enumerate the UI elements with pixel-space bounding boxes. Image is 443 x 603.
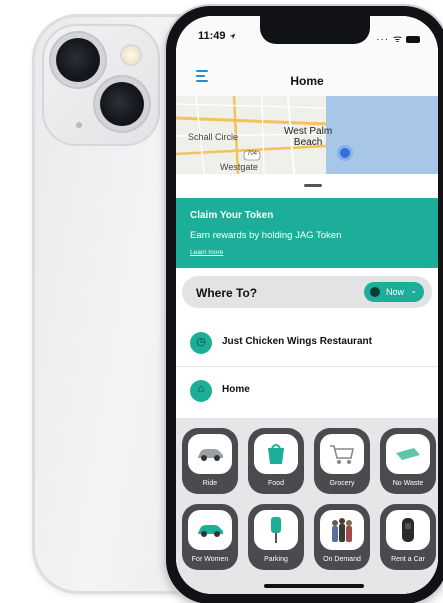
microphone-dot bbox=[76, 122, 82, 128]
status-time: 11:49 bbox=[198, 30, 236, 42]
status-indicators: ··· ᯤ bbox=[376, 31, 420, 45]
service-tile-ride[interactable]: Ride bbox=[182, 428, 238, 494]
signal-wifi-icon: ··· ᯤ bbox=[376, 34, 403, 45]
token-banner-title: Claim Your Token bbox=[190, 210, 274, 221]
page-title: Home bbox=[290, 74, 324, 88]
car-icon bbox=[198, 449, 223, 461]
phone-notch bbox=[260, 16, 370, 44]
service-tile-on-demand[interactable]: On Demand bbox=[314, 504, 370, 570]
services-grid: Ride Food Grocery No Waste For Women Par… bbox=[176, 418, 438, 594]
location-arrow-icon bbox=[229, 33, 235, 39]
shopping-cart-icon bbox=[330, 445, 354, 464]
clock-icon: ◷ bbox=[190, 332, 212, 354]
people-group-icon bbox=[332, 518, 352, 542]
parking-meter-icon bbox=[271, 517, 281, 543]
app-screen: 11:49 ··· ᯤ Home Schall Circle Westgate … bbox=[176, 16, 438, 594]
recent-destination-item[interactable]: ◷ Just Chicken Wings Restaurant bbox=[176, 320, 438, 367]
phone-front: 11:49 ··· ᯤ Home Schall Circle Westgate … bbox=[166, 6, 443, 603]
service-tile-rent-a-car[interactable]: Rent a Car bbox=[380, 504, 436, 570]
map-label: Schall Circle bbox=[188, 132, 239, 142]
bottom-sheet: Claim Your Token Earn rewards by holding… bbox=[176, 174, 438, 594]
map-view[interactable]: Schall Circle Westgate 704 West Palm Bea… bbox=[176, 96, 438, 174]
service-tile-parking[interactable]: Parking bbox=[248, 504, 304, 570]
chevron-down-icon: ⌄ bbox=[410, 286, 417, 295]
learn-more-link[interactable]: Learn more bbox=[190, 249, 223, 256]
food-bag-icon bbox=[268, 444, 284, 464]
sheet-drag-handle[interactable] bbox=[304, 184, 322, 187]
camera-lens-icon bbox=[56, 38, 100, 82]
service-tile-food[interactable]: Food bbox=[248, 428, 304, 494]
battery-icon bbox=[406, 35, 420, 43]
home-indicator[interactable] bbox=[264, 584, 364, 588]
time-option-label: Now bbox=[386, 287, 405, 297]
destination-label: Home bbox=[222, 384, 250, 395]
schedule-time-dropdown[interactable]: Now ⌄ bbox=[364, 282, 424, 302]
map-label: Westgate bbox=[220, 162, 258, 172]
map-city-label: West Palm Beach bbox=[284, 126, 333, 148]
ticket-icon bbox=[396, 448, 420, 460]
where-to-label: Where To? bbox=[196, 286, 258, 300]
camera-bump bbox=[42, 24, 160, 146]
home-icon: ⌂ bbox=[190, 380, 212, 402]
nav-bar: Home bbox=[176, 56, 438, 96]
current-location-icon bbox=[340, 148, 350, 158]
service-tile-no-waste[interactable]: No Waste bbox=[380, 428, 436, 494]
flash-icon bbox=[122, 46, 140, 64]
token-banner-text: Earn rewards by holding JAG Token bbox=[190, 230, 342, 241]
car-key-icon bbox=[402, 518, 414, 542]
destination-label: Just Chicken Wings Restaurant bbox=[222, 336, 372, 347]
service-tile-grocery[interactable]: Grocery bbox=[314, 428, 370, 494]
camera-lens-icon bbox=[100, 82, 144, 126]
route-badge: 704 bbox=[247, 151, 258, 157]
service-tile-for-women[interactable]: For Women bbox=[182, 504, 238, 570]
teal-car-icon bbox=[198, 525, 223, 537]
product-mockup: 11:49 ··· ᯤ Home Schall Circle Westgate … bbox=[0, 0, 443, 603]
token-banner[interactable]: Claim Your Token Earn rewards by holding… bbox=[176, 198, 438, 268]
saved-place-item-home[interactable]: ⌂ Home bbox=[176, 368, 438, 414]
clock-icon bbox=[370, 287, 380, 297]
where-to-search[interactable]: Where To? Now ⌄ bbox=[182, 276, 432, 308]
